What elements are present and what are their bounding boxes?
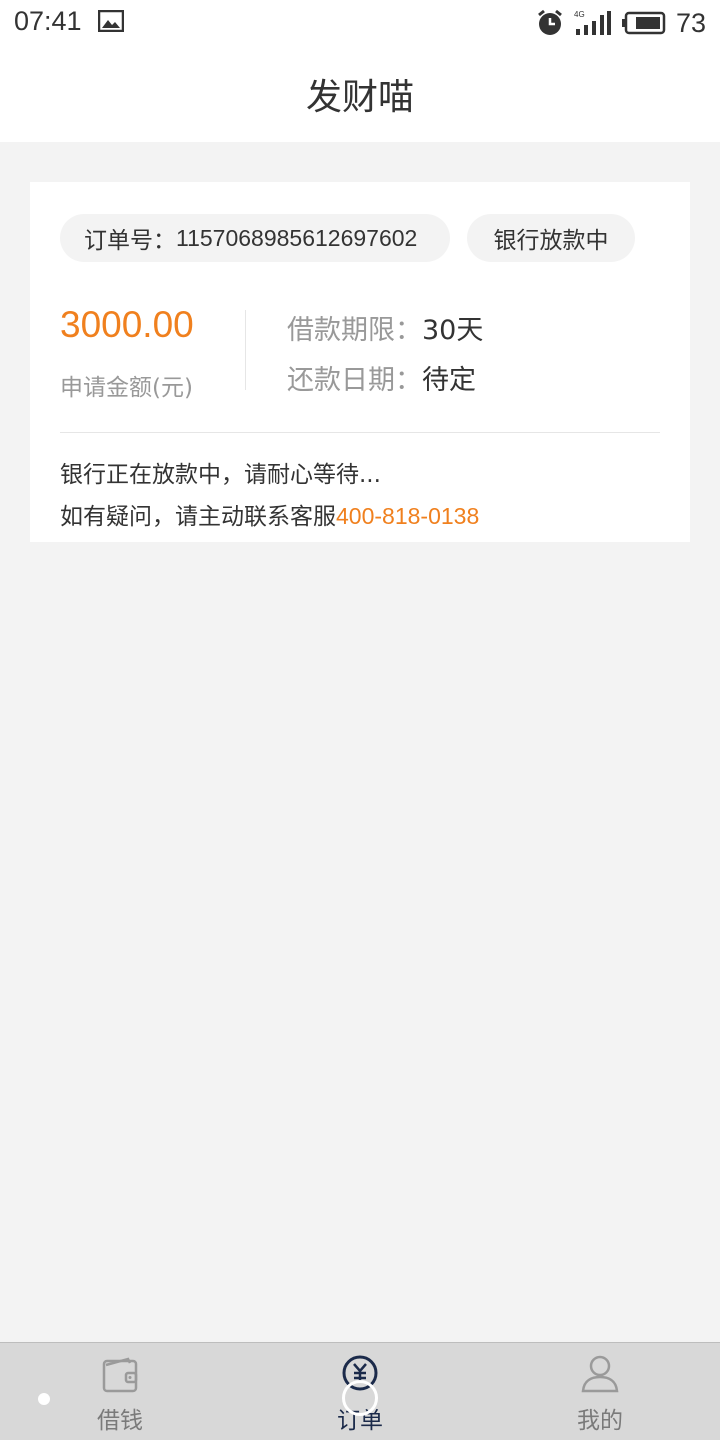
page-title: 发财喵: [305, 77, 414, 118]
app-header: 发财喵: [0, 46, 720, 142]
loan-term-value: 30天: [422, 315, 484, 346]
tab-label-mine: 我的: [577, 1408, 623, 1434]
repay-date-value: 待定: [422, 365, 476, 396]
touch-indicator: [342, 1380, 378, 1416]
battery-level: 73: [675, 7, 706, 38]
touch-dot: [38, 1393, 50, 1405]
order-number-pill: 订单号： 1157068985612697602: [60, 214, 450, 262]
battery-icon: [621, 11, 666, 35]
alarm-icon: [538, 9, 562, 35]
signal-icon: 4G: [574, 10, 611, 35]
contact-prefix: 如有疑问，请主动联系客服: [60, 504, 336, 530]
user-icon: [581, 1355, 619, 1393]
network-type: 4G: [574, 10, 585, 19]
status-indicators: 4G 73: [536, 6, 706, 40]
status-bar: 07:41 4G 73: [0, 0, 720, 46]
loan-term-row: 借款期限：30天: [287, 308, 483, 347]
tab-mine[interactable]: 我的: [480, 1343, 720, 1440]
status-time: 07:41: [14, 6, 82, 36]
order-card[interactable]: 订单号： 1157068985612697602 银行放款中 3000.00 申…: [30, 182, 690, 542]
wallet-icon: [102, 1357, 138, 1393]
status-badge: 银行放款中: [467, 214, 635, 262]
order-number: 1157068985612697602: [176, 224, 418, 251]
contact-message: 如有疑问，请主动联系客服400-818-0138: [60, 497, 479, 531]
loan-amount: 3000.00: [60, 304, 194, 345]
loan-amount-label: 申请金额(元): [60, 375, 193, 401]
loan-term-label: 借款期限：: [287, 315, 422, 346]
vertical-divider: [245, 310, 246, 390]
tab-borrow[interactable]: 借钱: [0, 1343, 240, 1440]
repay-date-label: 还款日期：: [287, 365, 422, 396]
order-number-label: 订单号：: [84, 228, 176, 254]
status-message: 银行正在放款中，请耐心等待...: [60, 462, 381, 488]
tab-label-borrow: 借钱: [97, 1408, 143, 1434]
image-notification-icon: [98, 10, 124, 32]
horizontal-divider: [60, 432, 660, 433]
service-phone-link[interactable]: 400-818-0138: [336, 503, 479, 529]
repay-date-row: 还款日期：待定: [287, 358, 476, 397]
